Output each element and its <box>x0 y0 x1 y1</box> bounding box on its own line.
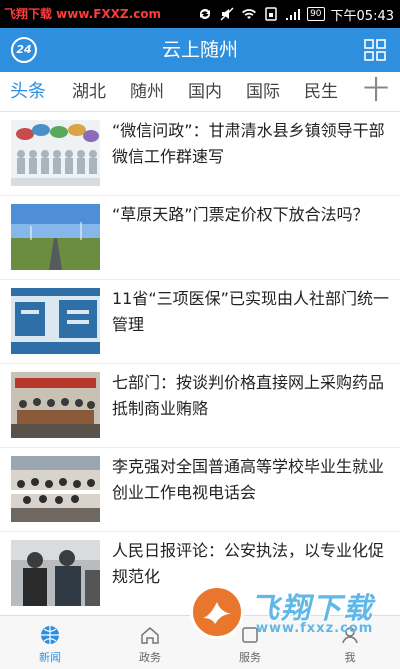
tab-headlines[interactable]: 头条 <box>10 72 46 112</box>
news-item[interactable]: “草原天路”门票定价权下放合法吗？ <box>0 196 400 278</box>
app-title: 云上随州 <box>161 39 238 61</box>
nav-service-label: 服务 <box>239 651 261 664</box>
status-watermark-text: 飞翔下载 www.FXXZ.com <box>4 7 162 21</box>
news-thumbnail <box>11 120 100 186</box>
wifi-icon <box>241 6 257 22</box>
mute-icon <box>219 6 235 22</box>
status-icons: 90 下午05:43 <box>197 4 394 24</box>
watermark-url: www.fxxz.com <box>256 621 374 636</box>
watermark-logo: 飞翔下载 www.fxxz.com <box>190 583 394 641</box>
nav-news-label: 新闻 <box>39 651 61 664</box>
grid-icon[interactable] <box>364 39 386 61</box>
news-thumbnail <box>11 540 100 606</box>
home-icon <box>140 625 160 645</box>
tab-international[interactable]: 国际 <box>246 72 280 112</box>
add-tab-button[interactable]: 十 <box>362 72 390 112</box>
category-tabs: 头条 湖北 随州 国内 国际 民生 十 <box>0 72 400 112</box>
news-title: “微信问政”：甘肃清水县乡镇领导干部微信工作群速写 <box>112 121 385 166</box>
tab-livelihood[interactable]: 民生 <box>304 72 338 112</box>
news-thumbnail <box>11 204 100 270</box>
news-title: 11省“三项医保”已实现由人社部门统一管理 <box>112 289 389 334</box>
tab-suizhou[interactable]: 随州 <box>130 72 164 112</box>
globe-icon <box>40 625 60 645</box>
weather-badge[interactable]: 24 <box>11 37 37 63</box>
news-thumbnail <box>11 288 100 354</box>
tab-domestic[interactable]: 国内 <box>188 72 222 112</box>
sim-icon <box>263 6 279 22</box>
news-item[interactable]: 李克强对全国普通高等学校毕业生就业创业工作电视电话会 <box>0 448 400 530</box>
news-title: 七部门：按谈判价格直接网上采购药品 抵制商业贿赂 <box>112 373 385 418</box>
battery-indicator: 90 <box>307 7 325 21</box>
news-item[interactable]: “微信问政”：甘肃清水县乡镇领导干部微信工作群速写 <box>0 112 400 194</box>
status-time: 下午05:43 <box>330 8 394 24</box>
nav-me-label: 我 <box>344 651 356 664</box>
nav-government-label: 政务 <box>139 651 161 664</box>
signal-icon <box>285 6 301 22</box>
nav-news[interactable]: 新闻 <box>0 616 100 669</box>
news-thumbnail <box>11 456 100 522</box>
nav-government[interactable]: 政务 <box>100 616 200 669</box>
app-header: 云上随州 24 <box>0 28 400 72</box>
tab-hubei[interactable]: 湖北 <box>72 72 106 112</box>
sync-icon <box>197 6 213 22</box>
news-title: 李克强对全国普通高等学校毕业生就业创业工作电视电话会 <box>112 457 385 502</box>
news-title: “草原天路”门票定价权下放合法吗？ <box>112 205 369 224</box>
news-thumbnail <box>11 372 100 438</box>
status-bar: 飞翔下载 www.FXXZ.com 90 下午05:43 <box>0 0 400 28</box>
news-item[interactable]: 11省“三项医保”已实现由人社部门统一管理 <box>0 280 400 362</box>
news-item[interactable]: 七部门：按谈判价格直接网上采购药品 抵制商业贿赂 <box>0 364 400 446</box>
watermark-bird-icon <box>190 585 244 639</box>
